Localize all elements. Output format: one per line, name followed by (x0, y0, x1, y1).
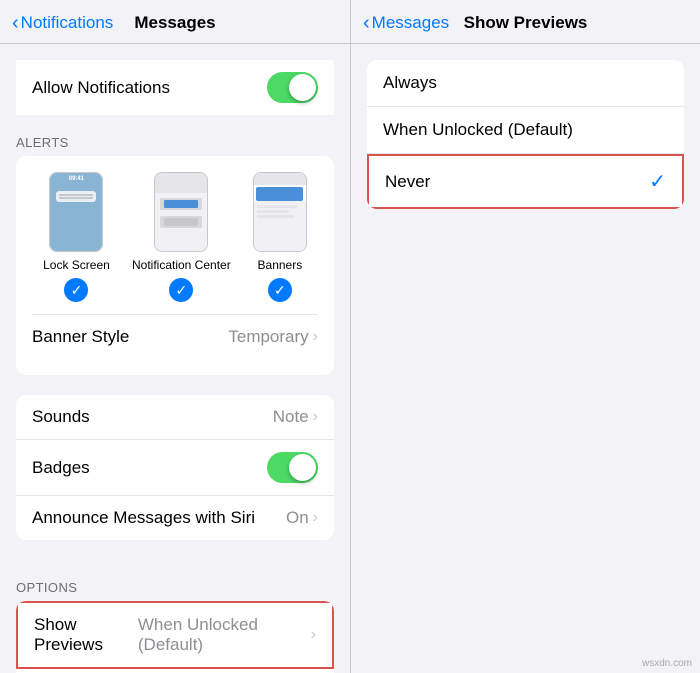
sounds-row[interactable]: Sounds Note › (16, 395, 334, 440)
sounds-group: Sounds Note › Badges Announce Messages w… (16, 395, 334, 540)
never-checkmark: ✓ (649, 169, 666, 194)
alert-icon-notification-center[interactable]: Notification Center ✓ (132, 172, 231, 302)
notif-center-header (155, 173, 207, 193)
lock-screen-header: 09:41 (50, 173, 102, 185)
alert-icon-banners[interactable]: Banners ✓ (253, 172, 307, 302)
badges-toggle[interactable] (267, 452, 318, 483)
when-unlocked-label: When Unlocked (Default) (383, 120, 573, 140)
lock-screen-mockup: 09:41 (49, 172, 103, 252)
preview-option-when-unlocked[interactable]: When Unlocked (Default) (367, 107, 684, 154)
right-panel-title: Show Previews (464, 13, 588, 33)
alert-icon-lock-screen[interactable]: 09:41 Lock Screen ✓ (43, 172, 110, 302)
announce-value: On › (286, 508, 318, 528)
back-chevron-right-icon: ‹ (363, 13, 370, 33)
back-label-notifications: Notifications (21, 13, 114, 33)
show-previews-chevron: › (311, 626, 316, 644)
options-group: Show Previews When Unlocked (Default) › … (16, 601, 334, 673)
left-panel: ‹ Notifications Messages Allow Notificat… (0, 0, 350, 673)
announce-row[interactable]: Announce Messages with Siri On › (16, 496, 334, 540)
badges-label: Badges (32, 458, 90, 478)
alert-icons-row: 09:41 Lock Screen ✓ (32, 172, 318, 302)
back-button-notifications[interactable]: ‹ Notifications (12, 13, 113, 33)
notif-line-2 (59, 197, 93, 199)
banners-check[interactable]: ✓ (268, 278, 292, 302)
lock-notification (56, 191, 96, 202)
allow-notifications-label: Allow Notifications (32, 78, 170, 98)
right-panel-content: Always When Unlocked (Default) Never ✓ (351, 44, 700, 673)
left-nav-header: ‹ Notifications Messages (0, 0, 350, 44)
notif-line-2 (164, 218, 198, 226)
lock-screen-check[interactable]: ✓ (64, 278, 88, 302)
toggle-knob (289, 74, 316, 101)
left-panel-content: Allow Notifications ALERTS 09:41 (0, 44, 350, 673)
preview-option-never[interactable]: Never ✓ (367, 154, 684, 209)
never-label: Never (385, 172, 430, 192)
allow-notifications-row: Allow Notifications (16, 60, 334, 115)
lock-screen-label: Lock Screen (43, 258, 110, 272)
announce-label: Announce Messages with Siri (32, 508, 255, 528)
back-button-messages[interactable]: ‹ Messages (363, 13, 449, 33)
right-nav-header: ‹ Messages Show Previews (351, 0, 700, 44)
always-label: Always (383, 73, 437, 93)
notification-grouping-row[interactable]: Notification Grouping Automatic › (16, 669, 334, 673)
allow-notifications-toggle[interactable] (267, 72, 318, 103)
right-panel: ‹ Messages Show Previews Always When Unl… (350, 0, 700, 673)
banner-header (254, 173, 306, 185)
banner-style-row[interactable]: Banner Style Temporary › (16, 315, 334, 359)
back-chevron-icon: ‹ (12, 13, 19, 33)
alerts-container: 09:41 Lock Screen ✓ (16, 156, 334, 375)
notif-line (164, 200, 198, 208)
alerts-section-header: ALERTS (0, 115, 350, 156)
preview-option-always[interactable]: Always (367, 60, 684, 107)
notif-bar-1 (160, 198, 202, 210)
notif-center-check[interactable]: ✓ (169, 278, 193, 302)
banner-body (254, 201, 306, 251)
notif-line-1 (59, 194, 93, 196)
sounds-label: Sounds (32, 407, 90, 427)
banner-style-value: Temporary › (228, 327, 318, 347)
show-previews-value: When Unlocked (Default) › (138, 615, 316, 655)
notif-center-mockup (154, 172, 208, 252)
left-panel-title: Messages (134, 13, 215, 33)
banner-style-chevron: › (313, 328, 318, 346)
banners-mockup (253, 172, 307, 252)
back-label-messages: Messages (372, 13, 449, 33)
watermark: wsxdn.com (642, 658, 692, 669)
preview-options-group: Always When Unlocked (Default) Never ✓ (367, 60, 684, 209)
options-section-header: OPTIONS (0, 560, 350, 601)
badges-row: Badges (16, 440, 334, 496)
banner-style-label: Banner Style (32, 327, 129, 347)
allow-notifications-group: Allow Notifications (16, 60, 334, 115)
badges-toggle-knob (289, 454, 316, 481)
banner-bar (256, 187, 303, 201)
notif-bar-2 (160, 216, 202, 228)
notif-center-label: Notification Center (132, 258, 231, 272)
announce-chevron: › (313, 509, 318, 527)
show-previews-row[interactable]: Show Previews When Unlocked (Default) › (16, 601, 334, 669)
banners-label: Banners (258, 258, 303, 272)
show-previews-label: Show Previews (34, 615, 138, 655)
sounds-chevron: › (313, 408, 318, 426)
sounds-value: Note › (273, 407, 318, 427)
